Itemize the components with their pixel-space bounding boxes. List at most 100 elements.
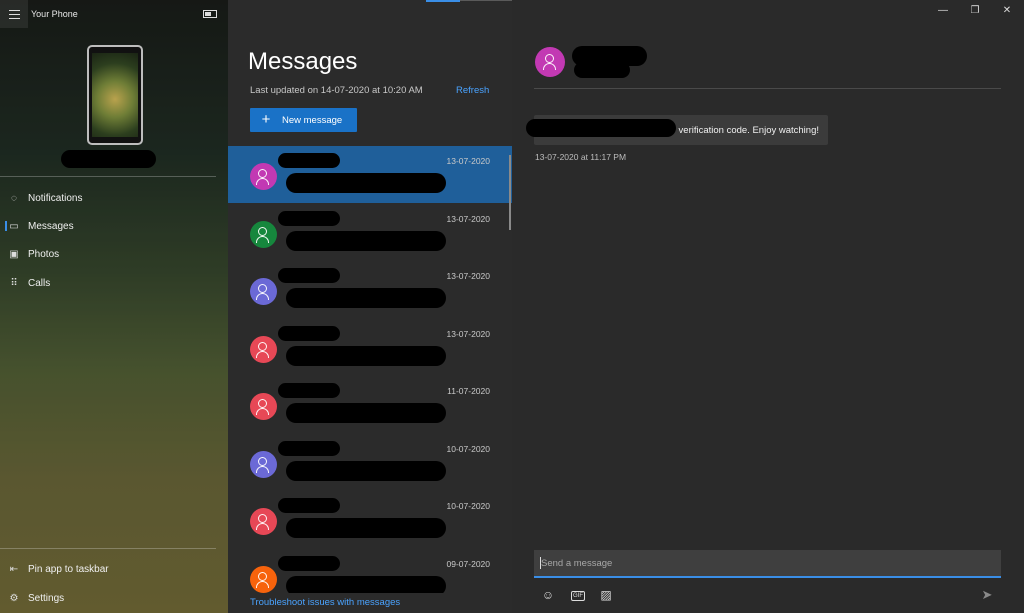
redacted-phone-name xyxy=(61,150,156,168)
refresh-link[interactable]: Refresh xyxy=(456,85,489,96)
dialpad-icon: ⠿ xyxy=(10,277,18,289)
contact-avatar xyxy=(250,278,277,305)
page-title: Messages xyxy=(248,48,358,75)
redacted-message-preview xyxy=(286,460,446,481)
conversation-date: 09-07-2020 xyxy=(446,558,490,569)
sidebar-item-label: Photos xyxy=(28,248,60,260)
redacted-contact-name xyxy=(574,62,630,78)
conversation-list-pane: Messages Last updated on 14-07-2020 at 1… xyxy=(228,0,596,613)
minimize-button[interactable]: — xyxy=(928,0,958,22)
new-message-label: New message xyxy=(282,114,343,126)
conversation-item[interactable]: 13-07-2020 xyxy=(228,261,512,318)
conversation-item[interactable]: 10-07-2020 xyxy=(228,491,512,548)
conversation-item[interactable]: 13-07-2020 xyxy=(228,204,512,261)
person-icon xyxy=(258,341,267,351)
redacted-contact-name xyxy=(278,268,340,283)
redacted-contact-name xyxy=(278,210,340,226)
person-icon xyxy=(258,399,267,408)
redacted-contact-name xyxy=(278,383,340,398)
redacted-contact-name xyxy=(278,498,340,513)
gear-icon: ⚙ xyxy=(9,592,19,604)
person-icon xyxy=(258,169,267,178)
conversation-list: 13-07-2020 13-07-2020 13-07-2020 13-07-2020… xyxy=(228,146,512,593)
redacted-contact-name xyxy=(278,555,340,571)
troubleshoot-link[interactable]: Troubleshoot issues with messages xyxy=(250,597,400,608)
sidebar-item-messages[interactable]: ▭ Messages xyxy=(0,212,228,240)
redacted-message-preview xyxy=(286,403,446,423)
redacted-message-preview xyxy=(286,345,446,366)
redacted-text xyxy=(526,119,676,137)
message-input[interactable]: Send a message xyxy=(534,550,1001,578)
sidebar-item-notifications[interactable]: ◌ Notifications xyxy=(0,184,228,212)
divider xyxy=(0,548,216,549)
close-button[interactable]: ✕ xyxy=(992,0,1022,22)
redacted-contact-name xyxy=(278,325,340,341)
menu-icon xyxy=(8,13,20,15)
settings-label: Settings xyxy=(28,592,65,604)
conversation-item[interactable]: 09-07-2020 xyxy=(228,549,512,593)
message-timestamp: 13-07-2020 at 11:17 PM xyxy=(535,152,627,162)
message-input-placeholder: Send a message xyxy=(541,558,613,569)
conversation-item[interactable]: 13-07-2020 xyxy=(228,319,512,376)
conversation-date: 13-07-2020 xyxy=(446,271,490,281)
contact-avatar xyxy=(250,335,277,363)
conversation-date: 13-07-2020 xyxy=(446,156,490,166)
settings-button[interactable]: ⚙ Settings xyxy=(0,584,228,612)
message-icon: ▭ xyxy=(9,220,19,232)
contact-avatar xyxy=(250,508,277,535)
message-text: verification code. Enjoy watching! xyxy=(678,125,819,136)
phone-wallpaper xyxy=(92,53,138,137)
person-icon xyxy=(258,226,267,236)
pin-icon: ⇤ xyxy=(9,563,19,575)
emoji-icon[interactable]: ☺ xyxy=(539,586,557,604)
conversation-date: 13-07-2020 xyxy=(446,328,490,339)
conversation-item[interactable]: 10-07-2020 xyxy=(228,434,512,491)
person-icon xyxy=(258,571,267,581)
conversation-date: 10-07-2020 xyxy=(446,501,490,511)
sidebar-item-label: Calls xyxy=(28,277,51,289)
contact-avatar xyxy=(250,450,277,478)
sidebar-item-photos[interactable]: ▣ Photos xyxy=(0,240,228,268)
sidebar-item-label: Messages xyxy=(28,220,74,232)
person-icon xyxy=(258,456,267,466)
divider xyxy=(534,88,1001,89)
redacted-message-preview xyxy=(286,518,446,538)
pin-to-taskbar-button[interactable]: ⇤ Pin app to taskbar xyxy=(0,555,228,583)
contact-avatar xyxy=(250,393,277,420)
maximize-button[interactable]: ❐ xyxy=(960,0,990,22)
redacted-contact-name xyxy=(278,440,340,456)
last-updated-text: Last updated on 14-07-2020 at 10:20 AM xyxy=(250,85,423,96)
conversation-item[interactable]: 13-07-2020 xyxy=(228,146,512,203)
person-icon xyxy=(258,284,267,293)
conversation-date: 10-07-2020 xyxy=(446,443,490,454)
redacted-contact-name xyxy=(278,153,340,168)
hamburger-menu-button[interactable] xyxy=(0,0,28,28)
battery-icon xyxy=(203,10,217,18)
person-icon xyxy=(545,54,554,63)
conversation-date: 11-07-2020 xyxy=(447,386,490,396)
phone-preview xyxy=(87,45,143,145)
new-message-button[interactable]: + New message xyxy=(250,108,357,132)
scrollbar[interactable] xyxy=(509,155,511,230)
sidebar-item-calls[interactable]: ⠿ Calls xyxy=(0,269,228,297)
send-icon[interactable]: ➤ xyxy=(978,586,996,604)
redacted-message-preview xyxy=(286,173,446,193)
contact-avatar xyxy=(250,220,277,248)
contact-avatar xyxy=(250,565,277,593)
conversation-item[interactable]: 11-07-2020 xyxy=(228,376,512,433)
photo-icon: ▣ xyxy=(9,248,19,260)
redacted-message-preview xyxy=(286,575,446,593)
image-icon[interactable]: ▨ xyxy=(597,586,615,604)
conversation-date: 13-07-2020 xyxy=(446,213,490,224)
message-bubble: verification code. Enjoy watching! xyxy=(526,115,828,145)
pin-label: Pin app to taskbar xyxy=(28,563,109,575)
sidebar-item-label: Notifications xyxy=(28,192,83,204)
message-thread-pane: — ❐ ✕ verification code. Enjoy watching!… xyxy=(512,0,1024,613)
bell-icon: ◌ xyxy=(11,192,17,204)
redacted-message-preview xyxy=(286,288,446,308)
redacted-message-preview xyxy=(286,230,446,251)
sidebar: Your Phone ◌ Notifications ▭ Messages ▣ … xyxy=(0,0,228,613)
gif-icon[interactable]: GIF xyxy=(571,591,585,601)
divider xyxy=(0,176,216,177)
plus-icon: + xyxy=(261,111,271,128)
